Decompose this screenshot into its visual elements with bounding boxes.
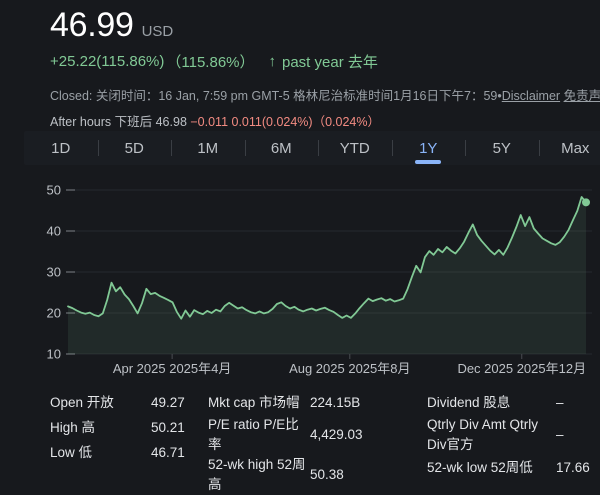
- tab-label: 5Y: [493, 140, 511, 157]
- stat-row: High 高50.21: [50, 415, 200, 440]
- stat-row: Open 开放49.27: [50, 390, 200, 415]
- stat-value: 4,429.03: [310, 425, 366, 445]
- tab-6m[interactable]: 6M: [245, 131, 319, 165]
- tab-max[interactable]: Max: [539, 131, 600, 165]
- stat-value: 49.27: [151, 393, 200, 413]
- stat-value: 50.21: [151, 418, 200, 438]
- price-row: 46.99 USD: [50, 6, 600, 44]
- stat-row: Low 低46.71: [50, 440, 200, 465]
- stat-label: P/E ratio P/E比率: [208, 415, 310, 455]
- quote-header: 46.99 USD +25.22(115.86%) （115.86%） ↑ pa…: [50, 6, 600, 130]
- stat-row: P/E ratio P/E比率4,429.03: [208, 415, 366, 455]
- market-status-row: Closed: 关闭时间：16 Jan, 7:59 pm GMT-5 格林尼治标…: [50, 85, 600, 104]
- stats-column: Open 开放49.27High 高50.21Low 低46.71: [50, 390, 200, 495]
- x-axis-label: Aug 2025 2025年8月: [289, 361, 410, 376]
- stat-value: 17.66: [556, 458, 600, 478]
- x-axis-label: Dec 2025 2025年12月: [457, 361, 586, 376]
- stat-row: Dividend 股息–: [427, 390, 600, 415]
- tab-label: Max: [561, 140, 589, 157]
- y-axis-label: 10: [47, 347, 61, 362]
- disclaimer-link-zh[interactable]: 免责声明: [564, 89, 600, 103]
- tab-label: 6M: [271, 140, 292, 157]
- after-hours-row: After hours 下班后 46.98 −0.011 0.011(0.024…: [50, 111, 600, 130]
- stat-label: Open 开放: [50, 393, 151, 413]
- stat-label: Dividend 股息: [427, 393, 556, 413]
- stat-label: 52-wk high 52周高: [208, 455, 310, 495]
- stats-column: Dividend 股息–Qtrly Div Amt Qtrly Div官方–52…: [427, 390, 600, 495]
- last-price-dot: [582, 198, 590, 206]
- tab-label: YTD: [340, 140, 370, 157]
- after-hours-change-zh: （0.024%）: [313, 115, 380, 129]
- closed-time-text: Closed: 关闭时间：16 Jan, 7:59 pm GMT-5 格林尼治标…: [50, 89, 497, 103]
- tab-1m[interactable]: 1M: [171, 131, 245, 165]
- tab-ytd[interactable]: YTD: [318, 131, 392, 165]
- stats-column: Mkt cap 市场帽224.15BP/E ratio P/E比率4,429.0…: [208, 390, 366, 495]
- up-arrow-icon: ↑: [269, 53, 277, 70]
- stat-label: 52-wk low 52周低: [427, 458, 556, 478]
- period-label: past year 去年: [282, 51, 378, 72]
- y-axis-label: 50: [47, 183, 61, 198]
- disclaimer-link[interactable]: Disclaimer: [502, 89, 560, 103]
- stat-row: Qtrly Div Amt Qtrly Div官方–: [427, 415, 600, 455]
- tab-1y[interactable]: 1Y: [392, 131, 466, 165]
- stat-label: Qtrly Div Amt Qtrly Div官方: [427, 415, 556, 455]
- stat-label: High 高: [50, 418, 151, 438]
- price-chart-svg[interactable]: 50 40 30 20 10 Apr 2025 2025年4月 Aug 2025 2025年…: [0, 168, 600, 380]
- after-hours-price: 46.98: [156, 115, 187, 129]
- stat-label: Mkt cap 市场帽: [208, 393, 310, 413]
- stat-row: Mkt cap 市场帽224.15B: [208, 390, 366, 415]
- price-change: +25.22(115.86%): [50, 53, 164, 70]
- chart-area-fill: [68, 197, 586, 354]
- key-stats-table: Open 开放49.27High 高50.21Low 低46.71Mkt cap…: [0, 390, 600, 495]
- price-chart[interactable]: 50 40 30 20 10 Apr 2025 2025年4月 Aug 2025 2025年…: [0, 168, 600, 380]
- price-change-zh: （115.86%）: [166, 51, 254, 72]
- y-axis-label: 20: [47, 306, 61, 321]
- stat-value: –: [556, 393, 600, 413]
- tab-label: 5D: [125, 140, 144, 157]
- stat-value: 50.38: [310, 465, 366, 485]
- price-change-row: +25.22(115.86%) （115.86%） ↑ past year 去年: [50, 51, 600, 72]
- time-range-tabbar: 1D 5D 1M 6M YTD 1Y 5Y Max: [24, 131, 600, 165]
- currency-label: USD: [142, 23, 174, 40]
- tab-label: 1D: [51, 140, 70, 157]
- y-axis-label: 40: [47, 224, 61, 239]
- current-price: 46.99: [50, 6, 134, 44]
- active-tab-underline: [415, 160, 441, 164]
- tab-5d[interactable]: 5D: [98, 131, 172, 165]
- stat-label: Low 低: [50, 443, 151, 463]
- tab-label: 1M: [197, 140, 218, 157]
- stat-value: 224.15B: [310, 393, 366, 413]
- after-hours-label: After hours 下班后: [50, 115, 152, 129]
- y-axis-label: 30: [47, 265, 61, 280]
- x-axis-label: Apr 2025 2025年4月: [113, 361, 232, 376]
- stat-value: –: [556, 425, 600, 445]
- stat-row: 52-wk high 52周高50.38: [208, 455, 366, 495]
- after-hours-change: −0.011 0.011(0.024%): [190, 115, 312, 129]
- tab-5y[interactable]: 5Y: [465, 131, 539, 165]
- stat-row: 52-wk low 52周低17.66: [427, 455, 600, 480]
- tab-1d[interactable]: 1D: [24, 131, 98, 165]
- tab-label: 1Y: [419, 140, 437, 157]
- stat-value: 46.71: [151, 443, 200, 463]
